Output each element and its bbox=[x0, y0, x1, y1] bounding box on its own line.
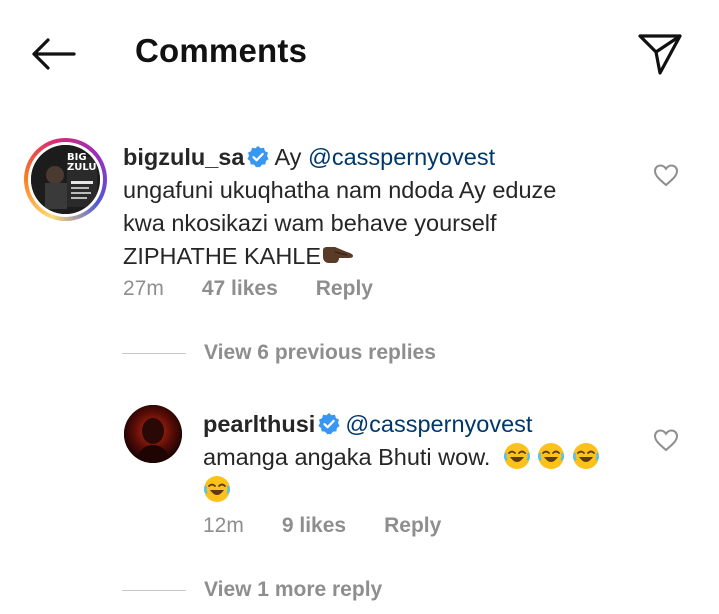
divider-line bbox=[122, 589, 186, 591]
view-more-replies[interactable]: View 1 more reply bbox=[122, 578, 382, 602]
username[interactable]: pearlthusi bbox=[203, 411, 315, 437]
avatar[interactable] bbox=[124, 405, 182, 463]
likes-count[interactable]: 9 likes bbox=[282, 514, 346, 538]
comment-line: amanga angaka Bhuti wow. bbox=[203, 444, 491, 470]
comment-pearlthusi: pearlthusi @cassper​nyovest amanga angak… bbox=[0, 0, 719, 560]
laughing-emoji-icon bbox=[203, 476, 231, 503]
comment-text: pearlthusi @cassper​nyovest amanga angak… bbox=[203, 408, 633, 507]
like-button[interactable] bbox=[649, 423, 683, 457]
verified-badge-icon bbox=[318, 413, 340, 435]
heart-outline-icon bbox=[653, 429, 679, 452]
reply-button[interactable]: Reply bbox=[384, 514, 441, 538]
comment-time: 12m bbox=[203, 514, 244, 537]
laughing-emoji-icon bbox=[503, 443, 600, 470]
comment-meta: 12m 9 likes Reply bbox=[203, 514, 441, 538]
mention-link[interactable]: @cassper​nyovest bbox=[345, 411, 532, 437]
